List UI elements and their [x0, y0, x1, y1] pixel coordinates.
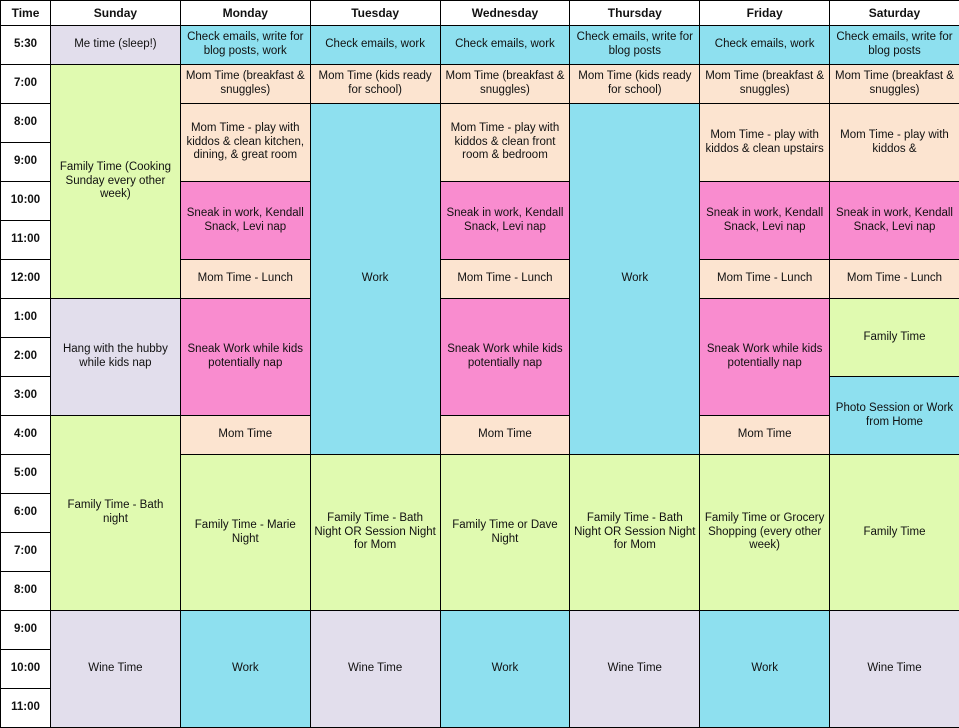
schedule-cell-monday-5-30[interactable]: Check emails, write for blog posts, work: [180, 26, 310, 65]
column-header-friday: Friday: [700, 1, 830, 26]
schedule-cell-saturday-8-00[interactable]: Mom Time - play with kiddos &: [830, 104, 959, 182]
column-header-saturday: Saturday: [830, 1, 959, 26]
schedule-cell-saturday-5-00[interactable]: Family Time: [830, 455, 959, 611]
schedule-cell-sunday-1-00[interactable]: Hang with the hubby while kids nap: [51, 299, 181, 416]
time-label-11-00: 11:00: [1, 689, 51, 728]
schedule-cell-sunday-5-30[interactable]: Me time (sleep!): [51, 26, 181, 65]
schedule-cell-thursday-5-00[interactable]: Family Time - Bath Night OR Session Nigh…: [570, 455, 700, 611]
schedule-cell-tuesday-7-00[interactable]: Mom Time (kids ready for school): [310, 65, 440, 104]
schedule-cell-friday-12-00[interactable]: Mom Time - Lunch: [700, 260, 830, 299]
time-label-2-00: 2:00: [1, 338, 51, 377]
time-label-1-00: 1:00: [1, 299, 51, 338]
schedule-cell-monday-4-00[interactable]: Mom Time: [180, 416, 310, 455]
schedule-cell-wednesday-12-00[interactable]: Mom Time - Lunch: [440, 260, 570, 299]
column-header-monday: Monday: [180, 1, 310, 26]
time-label-8-00: 8:00: [1, 104, 51, 143]
schedule-cell-friday-5-30[interactable]: Check emails, work: [700, 26, 830, 65]
schedule-cell-friday-9-00[interactable]: Work: [700, 611, 830, 728]
schedule-cell-wednesday-1-00[interactable]: Sneak Work while kids potentially nap: [440, 299, 570, 416]
schedule-cell-friday-10-00[interactable]: Sneak in work, Kendall Snack, Levi nap: [700, 182, 830, 260]
schedule-cell-saturday-12-00[interactable]: Mom Time - Lunch: [830, 260, 959, 299]
table-row: 9:00Wine TimeWorkWine TimeWorkWine TimeW…: [1, 611, 959, 650]
schedule-cell-wednesday-10-00[interactable]: Sneak in work, Kendall Snack, Levi nap: [440, 182, 570, 260]
column-header-tuesday: Tuesday: [310, 1, 440, 26]
table-row: 4:00Family Time - Bath nightMom TimeMom …: [1, 416, 959, 455]
time-label-5-00: 5:00: [1, 455, 51, 494]
time-label-11-00: 11:00: [1, 221, 51, 260]
header-row: Time Sunday Monday Tuesday Wednesday Thu…: [1, 1, 959, 26]
schedule-cell-monday-1-00[interactable]: Sneak Work while kids potentially nap: [180, 299, 310, 416]
time-label-8-00: 8:00: [1, 572, 51, 611]
column-header-time: Time: [1, 1, 51, 26]
schedule-cell-friday-7-00[interactable]: Mom Time (breakfast & snuggles): [700, 65, 830, 104]
schedule-cell-friday-1-00[interactable]: Sneak Work while kids potentially nap: [700, 299, 830, 416]
schedule-cell-thursday-5-30[interactable]: Check emails, write for blog posts: [570, 26, 700, 65]
column-header-thursday: Thursday: [570, 1, 700, 26]
time-label-9-00: 9:00: [1, 611, 51, 650]
table-row: 5:30Me time (sleep!)Check emails, write …: [1, 26, 959, 65]
column-header-wednesday: Wednesday: [440, 1, 570, 26]
time-label-10-00: 10:00: [1, 182, 51, 221]
time-label-4-00: 4:00: [1, 416, 51, 455]
schedule-cell-monday-9-00[interactable]: Work: [180, 611, 310, 728]
schedule-cell-saturday-9-00[interactable]: Wine Time: [830, 611, 959, 728]
time-label-7-00: 7:00: [1, 533, 51, 572]
schedule-cell-wednesday-7-00[interactable]: Mom Time (breakfast & snuggles): [440, 65, 570, 104]
table-row: 1:00Hang with the hubby while kids napSn…: [1, 299, 959, 338]
schedule-cell-friday-4-00[interactable]: Mom Time: [700, 416, 830, 455]
schedule-cell-sunday-4-00[interactable]: Family Time - Bath night: [51, 416, 181, 611]
schedule-cell-saturday-1-00[interactable]: Family Time: [830, 299, 959, 377]
schedule-cell-monday-8-00[interactable]: Mom Time - play with kiddos & clean kitc…: [180, 104, 310, 182]
weekly-schedule-table: Time Sunday Monday Tuesday Wednesday Thu…: [0, 0, 959, 728]
schedule-cell-wednesday-5-30[interactable]: Check emails, work: [440, 26, 570, 65]
schedule-cell-wednesday-8-00[interactable]: Mom Time - play with kiddos & clean fron…: [440, 104, 570, 182]
schedule-cell-monday-5-00[interactable]: Family Time - Marie Night: [180, 455, 310, 611]
schedule-cell-friday-8-00[interactable]: Mom Time - play with kiddos & clean upst…: [700, 104, 830, 182]
time-label-3-00: 3:00: [1, 377, 51, 416]
schedule-cell-tuesday-5-00[interactable]: Family Time - Bath Night OR Session Nigh…: [310, 455, 440, 611]
time-label-7-00: 7:00: [1, 65, 51, 104]
schedule-cell-saturday-3-00[interactable]: Photo Session or Work from Home: [830, 377, 959, 455]
schedule-cell-thursday-8-00[interactable]: Work: [570, 104, 700, 455]
schedule-cell-saturday-5-30[interactable]: Check emails, write for blog posts: [830, 26, 959, 65]
schedule-cell-sunday-9-00[interactable]: Wine Time: [51, 611, 181, 728]
schedule-cell-tuesday-8-00[interactable]: Work: [310, 104, 440, 455]
table-header: Time Sunday Monday Tuesday Wednesday Thu…: [1, 1, 959, 26]
schedule-cell-tuesday-9-00[interactable]: Wine Time: [310, 611, 440, 728]
schedule-cell-monday-10-00[interactable]: Sneak in work, Kendall Snack, Levi nap: [180, 182, 310, 260]
schedule-cell-thursday-9-00[interactable]: Wine Time: [570, 611, 700, 728]
column-header-sunday: Sunday: [51, 1, 181, 26]
time-label-6-00: 6:00: [1, 494, 51, 533]
table-row: 7:00Family Time (Cooking Sunday every ot…: [1, 65, 959, 104]
schedule-cell-wednesday-9-00[interactable]: Work: [440, 611, 570, 728]
schedule-cell-tuesday-5-30[interactable]: Check emails, work: [310, 26, 440, 65]
schedule-cell-thursday-7-00[interactable]: Mom Time (kids ready for school): [570, 65, 700, 104]
schedule-cell-friday-5-00[interactable]: Family Time or Grocery Shopping (every o…: [700, 455, 830, 611]
time-label-10-00: 10:00: [1, 650, 51, 689]
time-label-5-30: 5:30: [1, 26, 51, 65]
table-body: 5:30Me time (sleep!)Check emails, write …: [1, 26, 959, 728]
schedule-cell-sunday-7-00[interactable]: Family Time (Cooking Sunday every other …: [51, 65, 181, 299]
schedule-cell-monday-7-00[interactable]: Mom Time (breakfast & snuggles): [180, 65, 310, 104]
schedule-cell-wednesday-4-00[interactable]: Mom Time: [440, 416, 570, 455]
schedule-cell-monday-12-00[interactable]: Mom Time - Lunch: [180, 260, 310, 299]
schedule-cell-saturday-10-00[interactable]: Sneak in work, Kendall Snack, Levi nap: [830, 182, 959, 260]
schedule-cell-wednesday-5-00[interactable]: Family Time or Dave Night: [440, 455, 570, 611]
time-label-12-00: 12:00: [1, 260, 51, 299]
time-label-9-00: 9:00: [1, 143, 51, 182]
schedule-cell-saturday-7-00[interactable]: Mom Time (breakfast & snuggles): [830, 65, 959, 104]
